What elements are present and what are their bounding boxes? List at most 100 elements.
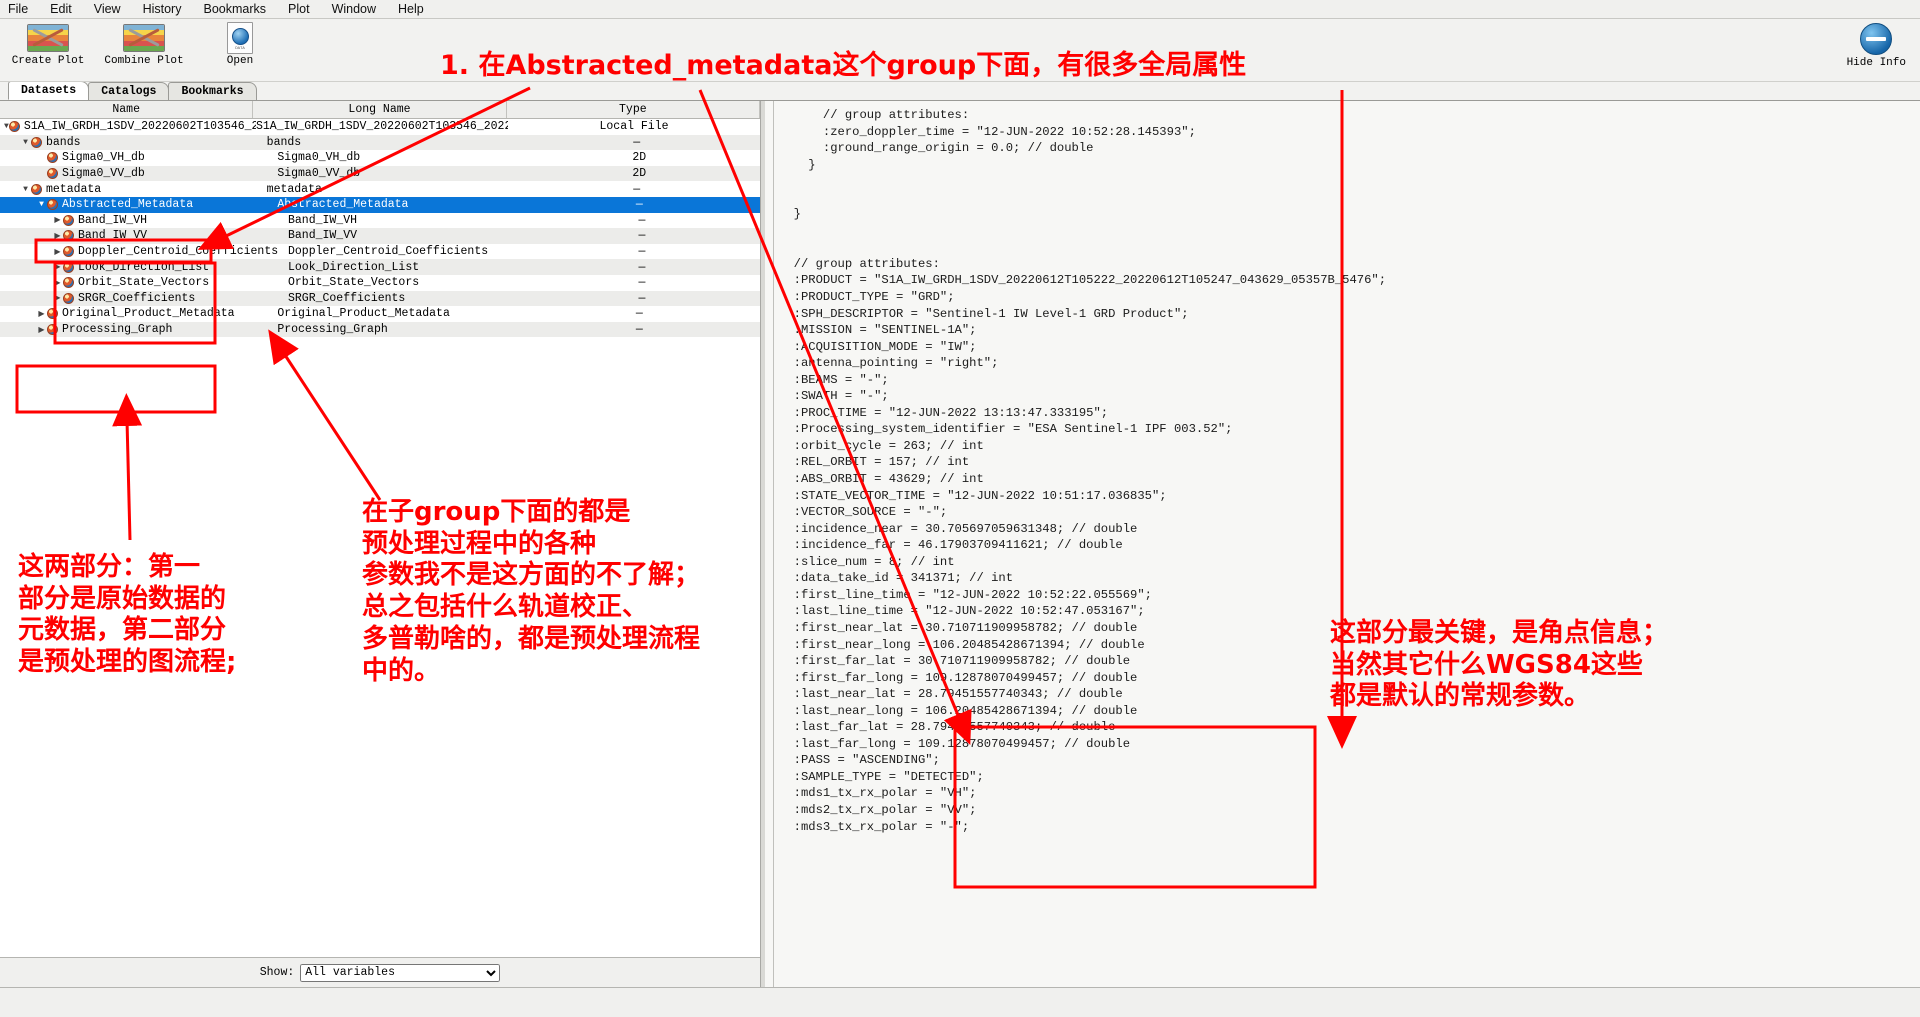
column-header-name[interactable]: Name (0, 101, 254, 118)
table-row[interactable]: ▶ Look_Direction_List Look_Direction_List — (0, 259, 760, 275)
table-row[interactable]: Sigma0_VV_db Sigma0_VV_db 2D (0, 165, 760, 182)
table-row[interactable]: Sigma0_VH_db Sigma0_VH_db 2D (0, 150, 760, 166)
tree-node-label: Look_Direction_List (78, 260, 210, 274)
menu-item-help[interactable]: Help (396, 2, 426, 16)
open-file-icon: DATA (218, 22, 262, 54)
dataset-node-icon (31, 136, 42, 148)
chevron-down-icon[interactable]: ▼ (20, 138, 31, 147)
chevron-right-icon[interactable]: ▶ (52, 293, 63, 303)
chevron-right-icon[interactable]: ▶ (36, 309, 47, 319)
tree-node-name-cell[interactable]: ▼ bands (0, 136, 267, 149)
tree-node-label: Doppler_Centroid_Coefficients (78, 245, 279, 259)
tree-node-long-name-cell: bands (266, 135, 302, 149)
detail-scroll-area[interactable]: // group attributes: :zero_doppler_time … (779, 107, 1920, 987)
dataset-node-icon (31, 183, 42, 195)
tree-node-name-cell[interactable]: Sigma0_VH_db (0, 151, 277, 164)
tree-node-long-name-cell: Band_IW_VV (288, 229, 358, 243)
tab-catalogs[interactable]: Catalogs (88, 82, 170, 100)
table-row[interactable]: ▼S1A_IW_GRDH_1SDV_20220602T103546_202206… (0, 119, 760, 135)
tree-node-long-name-cell: Original_Product_Metadata (277, 307, 450, 321)
tree-node-name-cell[interactable]: ▼S1A_IW_GRDH_1SDV_20220602T103546_202206… (0, 120, 256, 133)
chevron-right-icon[interactable]: ▶ (36, 325, 47, 335)
chevron-down-icon[interactable]: ▼ (36, 200, 47, 209)
detail-divider (773, 101, 774, 987)
table-row[interactable]: ▼ metadata metadata — (0, 181, 760, 197)
tree-node-type-cell: — (633, 135, 641, 149)
table-row[interactable]: ▶ Original_Product_Metadata Original_Produ… (0, 306, 760, 322)
column-header-type[interactable]: Type (507, 101, 760, 118)
annotation-right-block: 这部分最关键，是角点信息； 当然其它什么WGS84这些 都是默认的常规参数。 (1330, 618, 1669, 712)
tree-node-name-cell[interactable]: ▶ Look_Direction_List (0, 261, 288, 274)
table-row[interactable]: ▶ SRGR_Coefficients SRGR_Coefficients — (0, 290, 760, 307)
table-row[interactable]: ▶ Processing_Graph Processing_Graph — (0, 321, 760, 338)
tree-node-long-name-cell: Doppler_Centroid_Coefficients (288, 245, 489, 259)
tree-node-name-cell[interactable]: Sigma0_VV_db (0, 167, 277, 180)
tree-node-long-name-cell: metadata (266, 182, 322, 196)
tree-node-name-cell[interactable]: ▶ Processing_Graph (0, 323, 277, 336)
table-row[interactable]: ▼ Abstracted_Metadata Abstracted_Metadata — (0, 196, 760, 213)
column-header-long-name[interactable]: Long Name (253, 101, 507, 118)
tree-node-label: Band_IW_VV (78, 229, 148, 243)
menu-item-plot[interactable]: Plot (286, 2, 312, 16)
menu-item-history[interactable]: History (141, 2, 184, 16)
table-row[interactable]: ▶ Band_IW_VV Band_IW_VV — (0, 228, 760, 244)
tree-node-name-cell[interactable]: ▶ Doppler_Centroid_Coefficients (0, 245, 288, 258)
tree-node-label: metadata (46, 182, 102, 196)
tree-node-long-name-cell: SRGR_Coefficients (288, 291, 406, 305)
tree-node-long-name-cell: Band_IW_VH (288, 213, 358, 227)
dataset-node-icon (47, 199, 58, 211)
tab-bookmarks[interactable]: Bookmarks (168, 82, 257, 100)
table-row[interactable]: ▶ Band_IW_VH Band_IW_VH — (0, 213, 760, 229)
tree-node-type-cell: — (638, 291, 646, 305)
hide-info-button[interactable]: Hide Info (1847, 23, 1906, 69)
tree-node-type-cell: — (638, 260, 646, 274)
hide-info-icon (1860, 23, 1893, 55)
tree-node-type-cell: — (638, 229, 646, 243)
tree-node-label: bands (46, 135, 81, 149)
dataset-node-icon (63, 292, 74, 304)
tree-node-name-cell[interactable]: ▶ Original_Product_Metadata (0, 307, 277, 320)
tree-node-name-cell[interactable]: ▼ Abstracted_Metadata (0, 198, 277, 211)
menu-item-view[interactable]: View (92, 2, 123, 16)
tree-node-type-cell: 2D (632, 167, 647, 181)
tree-node-type-cell: — (633, 182, 641, 196)
tab-datasets[interactable]: Datasets (8, 81, 90, 100)
dataset-node-icon (63, 277, 74, 289)
tree-node-label: Sigma0_VV_db (62, 167, 145, 181)
create-plot-label: Create Plot (11, 55, 85, 67)
show-label: Show: (259, 966, 295, 979)
table-row[interactable]: ▶ Doppler_Centroid_Coefficients Doppler_Ce… (0, 244, 760, 260)
menu-bar: File Edit View History Bookmarks Plot Wi… (0, 0, 1920, 19)
tree-node-type-cell: — (635, 307, 643, 321)
show-variables-select[interactable]: All variables (300, 963, 501, 982)
table-row[interactable]: ▶ Orbit_State_Vectors Orbit_State_Vectors — (0, 275, 760, 291)
tree-node-name-cell[interactable]: ▶ Band_IW_VH (0, 214, 288, 227)
menu-item-bookmarks[interactable]: Bookmarks (201, 2, 268, 16)
tree-node-name-cell[interactable]: ▼ metadata (0, 183, 267, 196)
menu-item-window[interactable]: Window (330, 2, 378, 16)
menu-item-file[interactable]: File (6, 2, 30, 16)
create-plot-button[interactable]: Create Plot (12, 23, 84, 67)
chevron-right-icon[interactable]: ▶ (52, 231, 63, 241)
chevron-down-icon[interactable]: ▼ (20, 185, 31, 194)
open-button[interactable]: DATA Open (204, 22, 276, 67)
menu-item-edit[interactable]: Edit (48, 2, 74, 16)
chevron-right-icon[interactable]: ▶ (52, 278, 63, 288)
metadata-attributes-text: // group attributes: :zero_doppler_time … (793, 108, 1387, 834)
metadata-detail-pane[interactable]: // group attributes: :zero_doppler_time … (761, 101, 1920, 987)
tab-strip: Datasets Catalogs Bookmarks (0, 81, 1920, 101)
chevron-right-icon[interactable]: ▶ (52, 262, 63, 272)
table-row[interactable]: ▼ bands bands — (0, 134, 760, 151)
tree-node-type-cell: — (638, 213, 646, 227)
tree-node-label: Abstracted_Metadata (62, 198, 194, 212)
combine-plot-button[interactable]: Combine Plot (104, 23, 184, 67)
tree-node-name-cell[interactable]: ▶ Band_IW_VV (0, 229, 288, 242)
tree-node-name-cell[interactable]: ▶ Orbit_State_Vectors (0, 276, 288, 289)
tree-node-long-name-cell: S1A_IW_GRDH_1SDV_20220602T103546_2022060… (256, 120, 508, 134)
chevron-right-icon[interactable]: ▶ (52, 215, 63, 225)
dataset-node-icon (47, 152, 58, 164)
tree-node-name-cell[interactable]: ▶ SRGR_Coefficients (0, 292, 288, 305)
tree-node-label: SRGR_Coefficients (78, 291, 196, 305)
chevron-right-icon[interactable]: ▶ (52, 247, 63, 257)
status-bar (0, 987, 1920, 1017)
